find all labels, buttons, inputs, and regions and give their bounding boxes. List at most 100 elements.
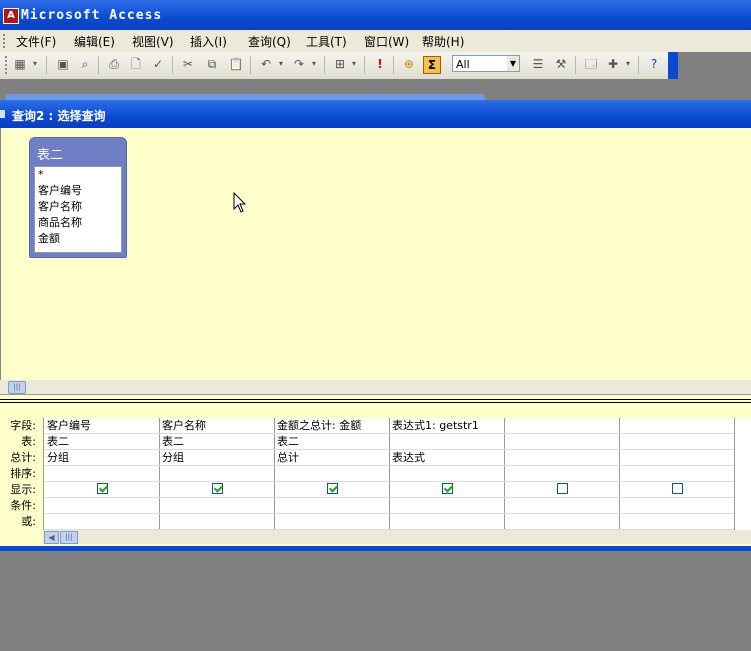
field-list-header[interactable]: 表二 bbox=[30, 138, 126, 166]
menu-grip-handle[interactable] bbox=[3, 34, 8, 48]
query-window-icon[interactable] bbox=[0, 110, 5, 118]
show-checkbox[interactable] bbox=[557, 483, 568, 494]
grid-cell-total[interactable] bbox=[504, 450, 619, 466]
show-table-icon[interactable]: ⊕ bbox=[401, 56, 417, 72]
copy-icon[interactable]: ⧉ bbox=[204, 56, 220, 72]
grid-cell-sort[interactable] bbox=[44, 466, 159, 482]
grid-cell-table[interactable] bbox=[504, 434, 619, 450]
grid-cell-total[interactable]: 分组 bbox=[44, 450, 159, 466]
view-dropdown-icon[interactable]: ▾ bbox=[30, 56, 40, 72]
save-icon[interactable]: ▣ bbox=[55, 56, 71, 72]
grid-cell-total[interactable]: 总计 bbox=[274, 450, 389, 466]
redo-icon[interactable]: ↷ bbox=[291, 56, 307, 72]
totals-icon[interactable]: Σ bbox=[423, 56, 441, 74]
combo-dropdown-arrow-icon[interactable]: ▼ bbox=[507, 56, 519, 71]
scrollbar-thumb[interactable]: ||| bbox=[60, 531, 78, 544]
grid-column[interactable]: 客户编号 表二 分组 bbox=[44, 418, 160, 530]
grid-cell-or[interactable] bbox=[389, 514, 504, 530]
toolbar-options-button[interactable] bbox=[668, 52, 678, 79]
run-icon[interactable]: ! bbox=[372, 56, 388, 72]
grid-cell-total[interactable] bbox=[619, 450, 734, 466]
grid-cell-or[interactable] bbox=[274, 514, 389, 530]
menu-edit[interactable]: 编辑(E) bbox=[74, 33, 115, 50]
grid-column[interactable] bbox=[619, 418, 735, 530]
show-checkbox[interactable] bbox=[672, 483, 683, 494]
undo-dropdown-icon[interactable]: ▾ bbox=[277, 56, 285, 72]
show-checkbox[interactable] bbox=[442, 483, 453, 494]
view-icon[interactable]: ▦ bbox=[12, 56, 28, 72]
show-checkbox[interactable] bbox=[212, 483, 223, 494]
field-list-item[interactable]: 客户编号 bbox=[35, 183, 121, 199]
grid-cell-or[interactable] bbox=[44, 514, 159, 530]
field-list-item[interactable]: 客户名称 bbox=[35, 199, 121, 215]
show-checkbox[interactable] bbox=[97, 483, 108, 494]
menu-file[interactable]: 文件(F) bbox=[16, 33, 56, 50]
new-object-icon[interactable]: ✚ bbox=[605, 56, 621, 72]
design-grid-scrollbar[interactable]: ◀ ||| bbox=[43, 530, 751, 544]
grid-cell-table[interactable]: 表二 bbox=[159, 434, 274, 450]
build-icon[interactable]: ⚒ bbox=[553, 56, 569, 72]
help-icon[interactable]: ? bbox=[646, 56, 662, 72]
grid-cell-sort[interactable] bbox=[504, 466, 619, 482]
grid-cell-sort[interactable] bbox=[159, 466, 274, 482]
grid-cell-or[interactable] bbox=[159, 514, 274, 530]
print-preview-icon[interactable]: 🗋 bbox=[128, 56, 144, 72]
grid-cell-sort[interactable] bbox=[389, 466, 504, 482]
menu-query[interactable]: 查询(Q) bbox=[248, 33, 291, 50]
query-window-title: 查询2 : 选择查询 bbox=[12, 109, 106, 123]
grid-cell-sort[interactable] bbox=[274, 466, 389, 482]
grid-cell-criteria[interactable] bbox=[504, 498, 619, 514]
menu-tools[interactable]: 工具(T) bbox=[306, 33, 347, 50]
top-values-combo[interactable]: All ▼ bbox=[452, 55, 520, 72]
field-list-item[interactable]: 商品名称 bbox=[35, 215, 121, 231]
grid-cell-field[interactable]: 金额之总计: 金额 bbox=[274, 418, 389, 434]
grid-cell-criteria[interactable] bbox=[274, 498, 389, 514]
spelling-icon[interactable]: ✓ bbox=[150, 56, 166, 72]
search-icon[interactable]: ⌕ bbox=[77, 56, 93, 72]
database-window-icon[interactable]: 🗔 bbox=[583, 56, 599, 72]
grid-cell-criteria[interactable] bbox=[159, 498, 274, 514]
grid-cell-total[interactable]: 分组 bbox=[159, 450, 274, 466]
grid-cell-field[interactable]: 客户名称 bbox=[159, 418, 274, 434]
new-object-dropdown-icon[interactable]: ▾ bbox=[624, 56, 632, 72]
grid-cell-table[interactable] bbox=[389, 434, 504, 450]
undo-icon[interactable]: ↶ bbox=[258, 56, 274, 72]
menu-window[interactable]: 窗口(W) bbox=[364, 33, 409, 50]
scroll-left-icon[interactable]: ◀ bbox=[44, 531, 59, 544]
print-icon[interactable]: ⎙ bbox=[106, 56, 122, 72]
grid-cell-table[interactable]: 表二 bbox=[274, 434, 389, 450]
grid-cell-field[interactable] bbox=[504, 418, 619, 434]
access-key-icon[interactable]: A bbox=[3, 8, 19, 24]
paste-icon[interactable]: 📋 bbox=[228, 56, 244, 72]
grid-cell-field[interactable] bbox=[619, 418, 734, 434]
grid-column[interactable] bbox=[504, 418, 620, 530]
grid-cell-table[interactable]: 表二 bbox=[44, 434, 159, 450]
grid-cell-field[interactable]: 表达式1: getstr1 bbox=[389, 418, 504, 434]
table-pane-scrollbar[interactable]: ||| bbox=[0, 380, 751, 394]
grid-cell-criteria[interactable] bbox=[44, 498, 159, 514]
grid-cell-sort[interactable] bbox=[619, 466, 734, 482]
grid-cell-criteria[interactable] bbox=[389, 498, 504, 514]
field-list-item[interactable]: * bbox=[35, 167, 121, 183]
grid-cell-table[interactable] bbox=[619, 434, 734, 450]
field-list-item[interactable]: 金额 bbox=[35, 231, 121, 247]
cut-icon[interactable]: ✂ bbox=[180, 56, 196, 72]
grid-cell-field[interactable]: 客户编号 bbox=[44, 418, 159, 434]
query-type-icon[interactable]: ⊞ bbox=[332, 56, 348, 72]
field-list-table[interactable]: 表二 * 客户编号 客户名称 商品名称 金额 bbox=[29, 137, 127, 258]
grid-cell-criteria[interactable] bbox=[619, 498, 734, 514]
menu-insert[interactable]: 插入(I) bbox=[190, 33, 227, 50]
grid-column[interactable]: 金额之总计: 金额 表二 总计 bbox=[274, 418, 390, 530]
grid-cell-or[interactable] bbox=[504, 514, 619, 530]
grid-cell-or[interactable] bbox=[619, 514, 734, 530]
scrollbar-thumb[interactable]: ||| bbox=[8, 381, 26, 394]
redo-dropdown-icon[interactable]: ▾ bbox=[310, 56, 318, 72]
properties-icon[interactable]: ☰ bbox=[530, 56, 546, 72]
menu-view[interactable]: 视图(V) bbox=[132, 33, 174, 50]
menu-help[interactable]: 帮助(H) bbox=[422, 33, 464, 50]
grid-column[interactable]: 客户名称 表二 分组 bbox=[159, 418, 275, 530]
show-checkbox[interactable] bbox=[327, 483, 338, 494]
grid-column[interactable]: 表达式1: getstr1 表达式 bbox=[389, 418, 505, 530]
query-type-dropdown-icon[interactable]: ▾ bbox=[350, 56, 358, 72]
grid-cell-total[interactable]: 表达式 bbox=[389, 450, 504, 466]
